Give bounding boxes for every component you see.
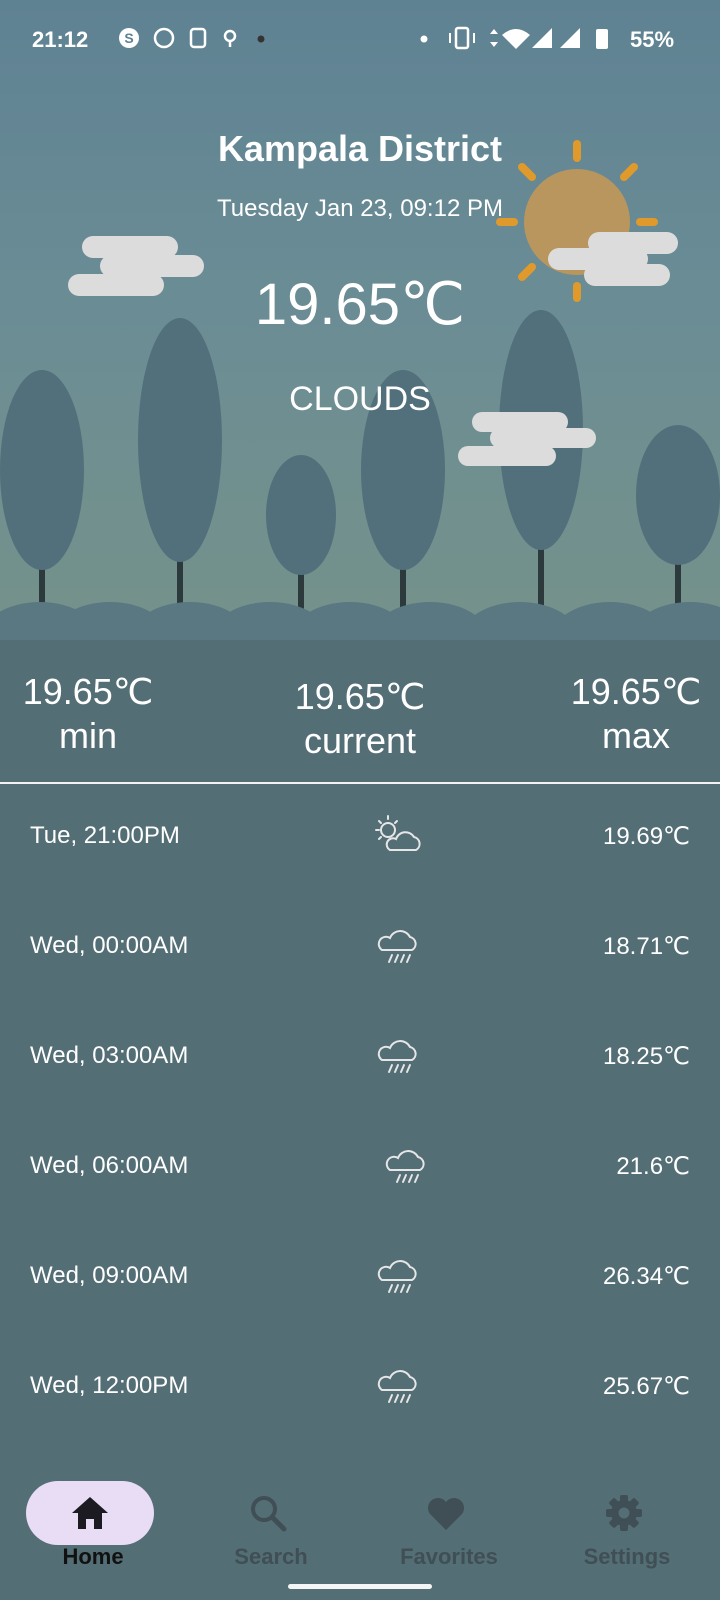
weather-condition: CLOUDS: [289, 380, 431, 418]
skype-icon: S: [119, 28, 139, 48]
current-temperature: 19.65℃: [254, 272, 466, 337]
nav-favorites-label: Favorites: [400, 1544, 498, 1569]
forecast-row[interactable]: Wed, 03:00AM 18.25℃: [0, 1008, 720, 1118]
system-icons: [420, 26, 620, 56]
nav-home[interactable]: Home: [8, 1460, 178, 1580]
home-icon: [72, 1497, 108, 1529]
current-value: 19.65℃: [294, 676, 426, 717]
forecast-temp: 26.34℃: [602, 1263, 690, 1290]
nav-favorites[interactable]: Favorites: [364, 1460, 534, 1580]
max-temperature: 19.65℃ max: [552, 670, 720, 758]
min-label: min: [58, 715, 117, 756]
bottom-navigation: Home Search Favorites Settings: [0, 1460, 720, 1600]
forecast-temp: 21.6℃: [616, 1153, 690, 1180]
forecast-row[interactable]: Wed, 06:00AM 21.6℃: [0, 1118, 720, 1228]
nav-search-label: Search: [234, 1544, 308, 1569]
current-label: current: [303, 720, 417, 761]
battery-icon: [596, 29, 608, 49]
partly-cloudy-icon: [375, 815, 421, 851]
divider: [0, 782, 720, 784]
rain-cloud-icon: [385, 1150, 425, 1183]
rain-cloud-icon: [377, 1260, 417, 1293]
forecast-row[interactable]: Wed, 09:00AM 26.34℃: [0, 1228, 720, 1338]
forecast-row[interactable]: Tue, 21:00PM 19.69℃: [0, 788, 720, 898]
heart-icon: [428, 1498, 464, 1530]
gesture-bar[interactable]: [288, 1584, 432, 1589]
battery-percent: 55%: [630, 27, 675, 52]
wifi-icon: [502, 29, 530, 49]
forecast-temp: 18.25℃: [602, 1043, 690, 1070]
forecast-time: Wed, 12:00PM: [30, 1372, 189, 1399]
min-value: 19.65℃: [22, 671, 154, 712]
forecast-time: Wed, 00:00AM: [30, 932, 189, 959]
app-icon: [189, 27, 207, 49]
notification-icons: S: [118, 26, 268, 56]
forecast-temp: 18.71℃: [602, 933, 690, 960]
max-label: max: [601, 715, 670, 756]
gear-icon: [606, 1495, 642, 1531]
forecast-time: Tue, 21:00PM: [30, 822, 180, 849]
max-value: 19.65℃: [570, 671, 702, 712]
search-icon: [251, 1496, 287, 1532]
status-time: 21:12: [32, 27, 89, 52]
current-summary: 19.65℃ current: [260, 675, 460, 763]
forecast-temp: 25.67℃: [602, 1373, 690, 1400]
forecast-temp: 19.69℃: [602, 823, 690, 850]
city-name: Kampala District: [217, 128, 503, 169]
svg-text:S: S: [124, 30, 133, 46]
nav-settings-label: Settings: [583, 1544, 671, 1569]
rain-cloud-icon: [377, 1370, 417, 1403]
rain-cloud-icon: [377, 1040, 417, 1073]
vibrate-icon: [449, 26, 475, 50]
forecast-time: Wed, 09:00AM: [30, 1262, 189, 1289]
forecast-time: Wed, 03:00AM: [30, 1042, 189, 1069]
nav-search[interactable]: Search: [186, 1460, 356, 1580]
forecast-time: Wed, 06:00AM: [30, 1152, 189, 1179]
min-temperature: 19.65℃ min: [0, 670, 176, 758]
nav-settings[interactable]: Settings: [542, 1460, 712, 1580]
forecast-row[interactable]: Wed, 12:00PM 25.67℃: [0, 1338, 720, 1448]
date-time: Tuesday Jan 23, 09:12 PM: [217, 195, 503, 222]
status-bar: 21:12 S 55%: [0, 0, 720, 80]
rain-cloud-icon: [377, 930, 417, 963]
signal-icon: [532, 28, 580, 48]
forecast-row[interactable]: Wed, 00:00AM 18.71℃: [0, 898, 720, 1008]
nav-home-label: Home: [62, 1544, 124, 1569]
location-icon: [223, 29, 237, 47]
whatsapp-icon: [153, 27, 175, 49]
